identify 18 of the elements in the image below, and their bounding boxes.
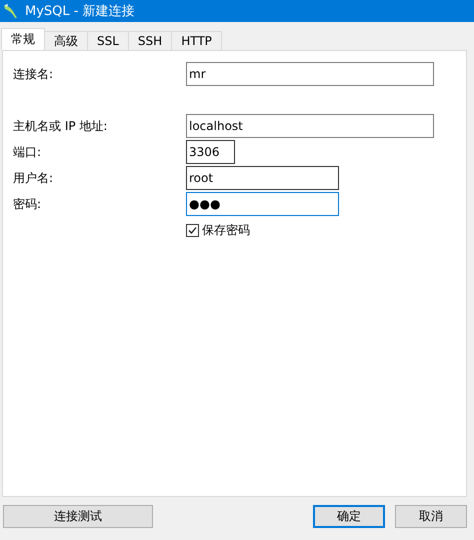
- check-icon: [188, 226, 197, 235]
- input-field[interactable]: localhost: [186, 114, 434, 138]
- input-field[interactable]: root: [186, 166, 339, 190]
- field-label: 用户名:: [13, 170, 54, 186]
- tab[interactable]: HTTP: [171, 31, 222, 50]
- window-title: MySQL - 新建连接: [25, 3, 135, 20]
- field-label: 密码:: [13, 196, 42, 212]
- cancel-button[interactable]: 取消: [395, 505, 467, 528]
- tab[interactable]: 常规: [1, 28, 45, 50]
- ok-button[interactable]: 确定: [313, 505, 385, 528]
- test-button[interactable]: 连接测试: [3, 505, 153, 528]
- input-field[interactable]: ●●●: [186, 192, 339, 216]
- field-label: 主机名或 IP 地址:: [13, 118, 108, 134]
- input-field[interactable]: 3306: [186, 140, 235, 164]
- save-password-checkbox[interactable]: 保存密码: [186, 222, 466, 239]
- field-label: 端口:: [13, 144, 42, 160]
- input-field[interactable]: mr: [186, 62, 434, 86]
- field-label: 连接名:: [13, 66, 54, 82]
